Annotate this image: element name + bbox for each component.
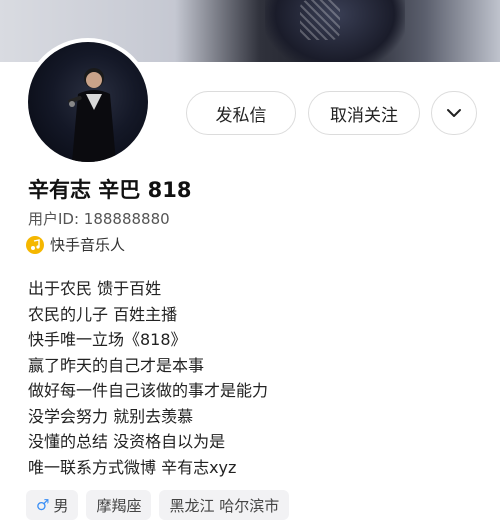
music-badge[interactable]: 快手音乐人 (26, 234, 125, 255)
bio-line: 没学会努力 就别去羡慕 (28, 406, 194, 426)
more-options-button[interactable] (431, 91, 477, 135)
unfollow-label: 取消关注 (330, 105, 398, 126)
bio-line: 出于农民 馈于百姓 (28, 279, 162, 298)
send-message-label: 发私信 (215, 105, 267, 126)
avatar-person-image (68, 68, 116, 162)
bio-line: 快手唯一立场《818》 (28, 330, 187, 349)
avatar-image (28, 42, 148, 162)
gender-chip: ♂ 男 (26, 490, 79, 520)
profile-tags: ♂ 男 摩羯座 黑龙江 哈尔滨市 (26, 490, 290, 520)
chevron-down-icon (447, 109, 461, 117)
bio-line: 没懂的总结 没资格自以为是 (28, 432, 226, 451)
profile-bio: 出于农民 馈于百姓 农民的儿子 百姓主播 快手唯一立场《818》 赢了昨天的自己… (28, 276, 268, 480)
banner-decoration (300, 0, 340, 40)
location-chip: 黑龙江 哈尔滨市 (159, 490, 290, 520)
bio-line: 做好每一件自己该做的事才是能力 (28, 381, 269, 400)
music-badge-label: 快手音乐人 (50, 236, 126, 254)
bio-line: 农民的儿子 百姓主播 (28, 304, 178, 324)
location-label: 黑龙江 哈尔滨市 (169, 496, 280, 515)
gender-label: 男 (53, 496, 69, 515)
profile-name: 辛有志 辛巴 818 (28, 178, 192, 202)
music-note-icon (26, 235, 44, 254)
send-message-button[interactable]: 发私信 (186, 91, 296, 135)
zodiac-label: 摩羯座 (96, 496, 142, 515)
male-icon: ♂ (36, 496, 50, 514)
unfollow-button[interactable]: 取消关注 (308, 91, 420, 135)
bio-line: 唯一联系方式微博 辛有志xyz (28, 457, 237, 477)
avatar[interactable] (24, 38, 152, 166)
bio-line: 赢了昨天的自己才是本事 (28, 355, 205, 375)
user-id: 用户ID: 188888880 (28, 210, 170, 228)
zodiac-chip: 摩羯座 (86, 490, 152, 520)
